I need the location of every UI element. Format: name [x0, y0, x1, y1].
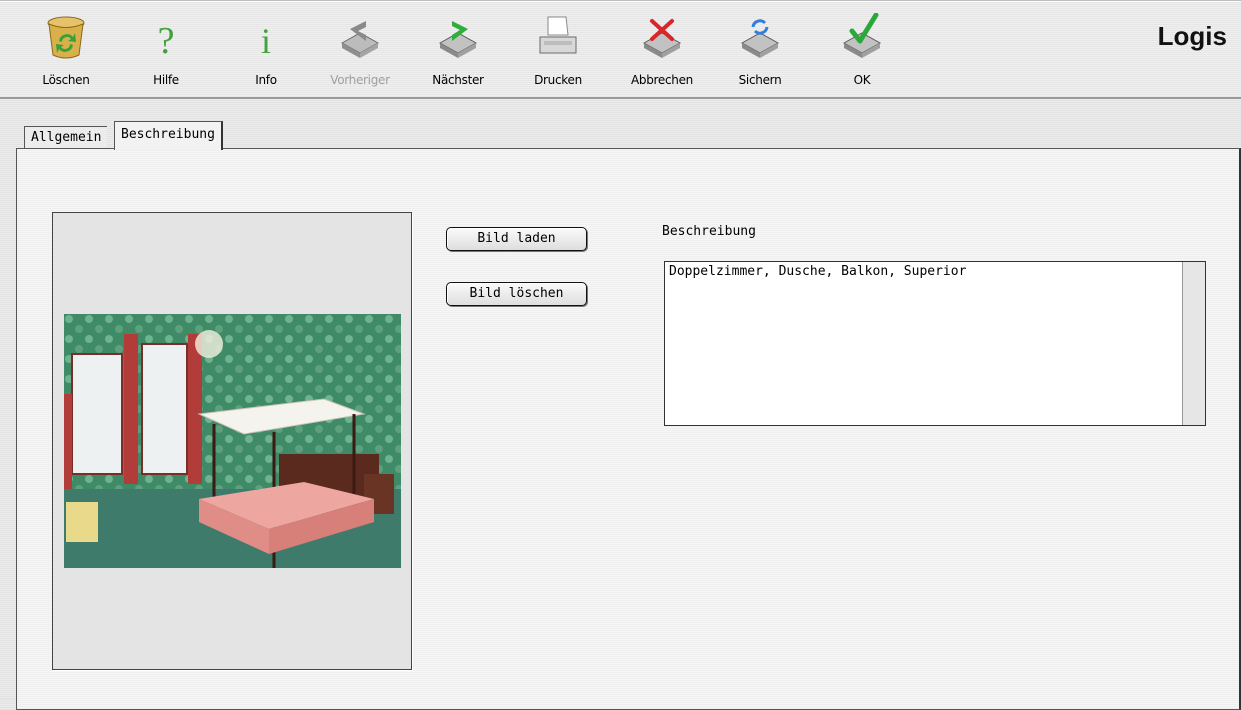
help-button[interactable]: ? Hilfe: [128, 13, 204, 93]
printer-icon: [539, 16, 577, 54]
description-scrollbar[interactable]: [1182, 262, 1205, 425]
previous-button[interactable]: Vorheriger: [322, 13, 398, 93]
delete-button[interactable]: Löschen: [28, 13, 104, 93]
tab-allgemein[interactable]: Allgemein: [24, 126, 108, 149]
svg-text:?: ?: [158, 20, 175, 61]
trash-icon: [47, 16, 85, 59]
next-button-label: Nächster: [432, 73, 484, 87]
tab-beschreibung[interactable]: Beschreibung: [114, 121, 223, 150]
info-button[interactable]: i Info: [228, 13, 304, 93]
app-title: Logis: [1157, 21, 1227, 51]
help-icon: ?: [158, 20, 175, 61]
description-label: Beschreibung: [662, 224, 756, 239]
ok-button-label: OK: [853, 73, 871, 87]
delete-image-button[interactable]: Bild löschen: [446, 282, 587, 306]
load-image-button[interactable]: Bild laden: [446, 227, 587, 251]
ok-button[interactable]: OK: [824, 13, 900, 93]
description-text: Doppelzimmer, Dusche, Balkon, Superior: [669, 264, 967, 279]
save-icon: [740, 19, 780, 58]
ok-checkmark-icon: [842, 13, 882, 58]
save-button-label: Sichern: [738, 73, 782, 87]
print-button[interactable]: Drucken: [520, 13, 596, 93]
next-button[interactable]: Nächster: [420, 13, 496, 93]
cancel-button-label: Abbrechen: [631, 73, 693, 87]
cancel-button[interactable]: Abbrechen: [624, 13, 700, 93]
help-button-label: Hilfe: [153, 73, 179, 87]
delete-button-label: Löschen: [42, 73, 90, 87]
info-icon: i: [261, 21, 271, 61]
description-textarea[interactable]: Doppelzimmer, Dusche, Balkon, Superior: [664, 261, 1206, 426]
previous-record-icon: [340, 21, 380, 58]
toolbar: Löschen ? Hilfe i Info Vorheriger Nächst…: [0, 0, 1241, 99]
room-photo: [64, 314, 401, 568]
svg-text:i: i: [261, 21, 271, 61]
info-button-label: Info: [255, 73, 277, 87]
cancel-icon: [642, 19, 682, 58]
print-button-label: Drucken: [534, 73, 582, 87]
previous-button-label: Vorheriger: [330, 73, 390, 87]
save-button[interactable]: Sichern: [722, 13, 798, 93]
next-record-icon: [438, 21, 478, 58]
